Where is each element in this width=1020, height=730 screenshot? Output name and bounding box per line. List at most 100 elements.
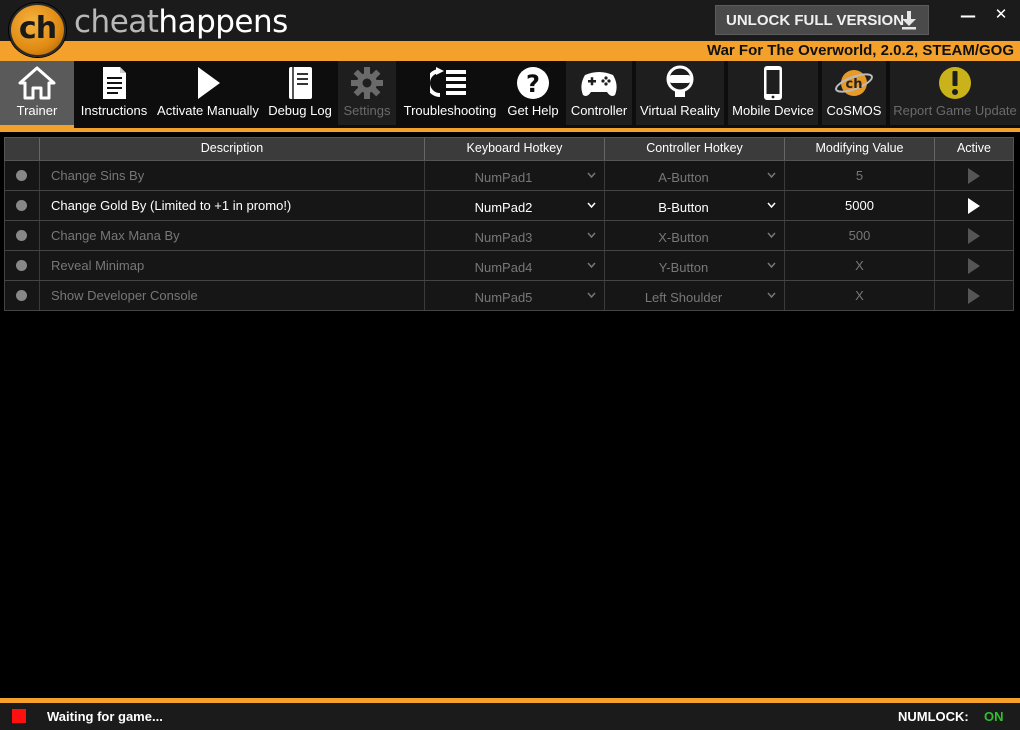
tab-instructions[interactable]: Instructions: [78, 61, 150, 125]
unlock-label: UNLOCK FULL VERSION: [726, 11, 905, 29]
tab-get-help[interactable]: ? Get Help: [502, 61, 564, 125]
modifying-value: X: [855, 288, 864, 303]
activate-button[interactable]: [934, 251, 1013, 280]
controller-hotkey-select[interactable]: Left Shoulder: [604, 281, 784, 310]
controller-hotkey-value: B-Button: [658, 200, 709, 215]
modifying-value-field[interactable]: 5000: [784, 191, 934, 220]
gamepad-icon: [581, 72, 617, 96]
status-cell: [5, 251, 39, 280]
chevron-down-icon: [587, 232, 596, 239]
description-cell: Change Gold By (Limited to +1 in promo!): [39, 191, 424, 220]
play-icon: [968, 288, 980, 304]
notebook-icon: [289, 67, 312, 99]
keyboard-hotkey-select[interactable]: NumPad5: [424, 281, 604, 310]
status-bar: Waiting for game... NUMLOCK: ON: [0, 703, 1020, 730]
game-status-indicator: [12, 709, 26, 723]
activate-button[interactable]: [934, 281, 1013, 310]
controller-hotkey-select[interactable]: B-Button: [604, 191, 784, 220]
tab-trainer[interactable]: Trainer: [0, 61, 74, 125]
modifying-value-field[interactable]: 5: [784, 161, 934, 190]
status-cell: [5, 221, 39, 250]
game-info-bar: War For The Overworld, 2.0.2, STEAM/GOG: [0, 41, 1020, 61]
status-cell: [5, 161, 39, 190]
brand-name: cheathappens: [74, 4, 288, 40]
modifying-value-field[interactable]: X: [784, 251, 934, 280]
tab-mobile-device[interactable]: Mobile Device: [728, 61, 818, 125]
tab-virtual-reality-label: Virtual Reality: [640, 103, 720, 118]
tab-virtual-reality[interactable]: Virtual Reality: [636, 61, 724, 125]
gear-icon: [351, 67, 383, 99]
chevron-down-icon: [767, 172, 776, 179]
tab-troubleshooting[interactable]: Troubleshooting: [400, 61, 500, 125]
cheat-description: Show Developer Console: [51, 288, 198, 303]
phone-icon: [764, 66, 782, 100]
tab-report-game-update[interactable]: Report Game Update: [890, 61, 1020, 125]
table-row[interactable]: Change Gold By (Limited to +1 in promo!)…: [4, 191, 1014, 221]
close-button[interactable]: ✕: [993, 5, 1009, 25]
status-dot-icon: [16, 170, 27, 181]
play-icon: [968, 258, 980, 274]
numlock-label: NUMLOCK:: [898, 709, 969, 724]
keyboard-hotkey-select[interactable]: NumPad1: [424, 161, 604, 190]
controller-hotkey-value: X-Button: [658, 230, 709, 245]
chevron-down-icon: [587, 262, 596, 269]
status-cell: [5, 281, 39, 310]
table-row[interactable]: Reveal Minimap NumPad4 Y-Button X: [4, 251, 1014, 281]
cheat-description: Change Gold By (Limited to +1 in promo!): [51, 198, 292, 213]
tab-get-help-label: Get Help: [507, 103, 559, 118]
modifying-value: 5: [855, 168, 864, 183]
keyboard-hotkey-select[interactable]: NumPad3: [424, 221, 604, 250]
minimize-button[interactable]: —: [960, 6, 976, 26]
status-message: Waiting for game...: [47, 709, 163, 724]
activate-button[interactable]: [934, 161, 1013, 190]
cheat-happens-logo: ch: [9, 3, 66, 57]
unlock-full-version-button[interactable]: UNLOCK FULL VERSION: [715, 5, 929, 35]
keyboard-hotkey-select[interactable]: NumPad2: [424, 191, 604, 220]
status-dot-icon: [16, 200, 27, 211]
warning-icon: [939, 67, 971, 99]
document-icon: [103, 67, 126, 99]
modifying-value-field[interactable]: X: [784, 281, 934, 310]
keyboard-hotkey-select[interactable]: NumPad4: [424, 251, 604, 280]
modifying-value-field[interactable]: 500: [784, 221, 934, 250]
chevron-down-icon: [587, 172, 596, 179]
play-icon: [968, 168, 980, 184]
keyboard-hotkey-value: NumPad3: [474, 230, 533, 245]
keyboard-hotkey-value: NumPad4: [474, 260, 533, 275]
tab-report-game-update-label: Report Game Update: [893, 103, 1017, 118]
controller-hotkey-select[interactable]: X-Button: [604, 221, 784, 250]
controller-hotkey-select[interactable]: Y-Button: [604, 251, 784, 280]
tab-activate-manually[interactable]: Activate Manually: [154, 61, 262, 125]
activate-button[interactable]: [934, 191, 1013, 220]
main-toolbar: Trainer Instructions Activate Manually D…: [0, 61, 1020, 128]
tab-debug-log[interactable]: Debug Log: [264, 61, 336, 125]
tab-mobile-device-label: Mobile Device: [732, 103, 814, 118]
tab-controller[interactable]: Controller: [566, 61, 632, 125]
controller-hotkey-value: A-Button: [658, 170, 709, 185]
status-dot-icon: [16, 260, 27, 271]
controller-hotkey-select[interactable]: A-Button: [604, 161, 784, 190]
tab-settings[interactable]: Settings: [338, 61, 396, 125]
activate-button[interactable]: [934, 221, 1013, 250]
tab-instructions-label: Instructions: [80, 103, 148, 118]
tab-debug-log-label: Debug Log: [268, 103, 332, 118]
numlock-value: ON: [984, 709, 1004, 724]
table-row[interactable]: Change Sins By NumPad1 A-Button 5: [4, 161, 1014, 191]
logo-text: ch: [18, 11, 57, 46]
header-modifying-value: Modifying Value: [784, 138, 934, 160]
table-row[interactable]: Show Developer Console NumPad5 Left Shou…: [4, 281, 1014, 311]
tab-settings-label: Settings: [343, 103, 391, 118]
tab-controller-label: Controller: [570, 103, 628, 118]
tab-activate-manually-label: Activate Manually: [157, 103, 259, 118]
tab-cosmos[interactable]: ch CoSMOS: [822, 61, 886, 125]
table-row[interactable]: Change Max Mana By NumPad3 X-Button 500: [4, 221, 1014, 251]
modifying-value: 500: [848, 228, 871, 243]
header-active: Active: [934, 138, 1013, 160]
tab-trainer-label: Trainer: [16, 103, 58, 118]
home-icon: [18, 66, 56, 100]
cheat-description: Change Sins By: [51, 168, 145, 183]
keyboard-hotkey-value: NumPad1: [474, 170, 533, 185]
title-bar: cheathappens UNLOCK FULL VERSION — ✕: [0, 0, 1020, 41]
svg-text:ch: ch: [846, 77, 863, 92]
controller-hotkey-value: Left Shoulder: [644, 290, 723, 305]
